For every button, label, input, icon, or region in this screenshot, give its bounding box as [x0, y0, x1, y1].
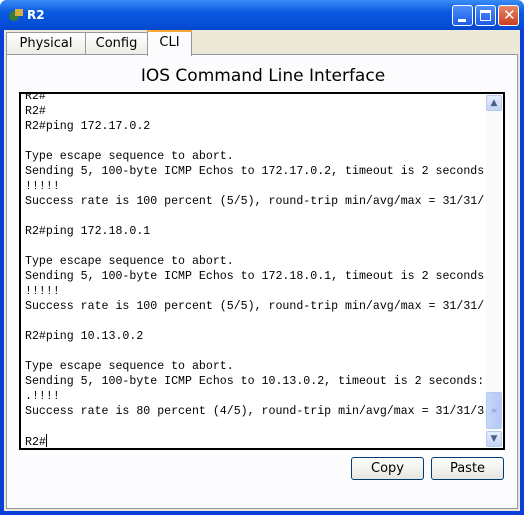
copy-button[interactable]: Copy — [351, 457, 424, 480]
text-cursor — [45, 434, 47, 447]
device-window: R2 ✕ Physical Config CLI IOS Command Lin… — [0, 0, 524, 515]
terminal-line: Sending 5, 100-byte ICMP Echos to 10.13.… — [25, 375, 485, 388]
title-bar[interactable]: R2 ✕ — [0, 0, 524, 30]
terminal-prompt: R2# — [25, 436, 46, 449]
terminal-prompt-line[interactable]: R2# — [25, 434, 484, 449]
maximize-button[interactable] — [475, 5, 496, 26]
terminal-line: R2# — [25, 92, 46, 103]
router-icon — [9, 9, 23, 21]
terminal-line: Success rate is 80 percent (4/5), round-… — [25, 405, 485, 418]
terminal-line: Sending 5, 100-byte ICMP Echos to 172.17… — [25, 165, 485, 178]
close-icon: ✕ — [503, 6, 516, 24]
terminal-line: R2#ping 172.18.0.1 — [25, 225, 151, 238]
tab-physical[interactable]: Physical — [6, 32, 86, 55]
close-button[interactable]: ✕ — [498, 5, 519, 26]
cli-panel: IOS Command Line Interface R2# R2# R2#ping… — [6, 54, 518, 509]
scroll-up-button[interactable]: ▲ — [486, 95, 502, 111]
terminal-line: .!!!! — [25, 390, 60, 403]
chevron-up-icon: ▲ — [490, 98, 498, 108]
terminal-line: Success rate is 100 percent (5/5), round… — [25, 300, 485, 313]
paste-button[interactable]: Paste — [431, 457, 504, 480]
terminal-output[interactable]: R2# R2# R2#ping 172.17.0.2 Type escape seq… — [25, 92, 485, 449]
scroll-down-button[interactable]: ▼ — [486, 431, 502, 447]
terminal-line: Type escape sequence to abort. — [25, 255, 234, 268]
terminal-line: R2# — [25, 105, 46, 118]
terminal-line: Type escape sequence to abort. — [25, 150, 234, 163]
cli-terminal[interactable]: R2# R2# R2#ping 172.17.0.2 Type escape seq… — [19, 92, 505, 450]
terminal-line: Success rate is 100 percent (5/5), round… — [25, 195, 485, 208]
chevron-down-icon: ▼ — [490, 434, 498, 444]
scrollbar[interactable]: ▲ ≡ ▼ — [486, 95, 502, 447]
terminal-line: !!!!! — [25, 180, 60, 193]
terminal-line: R2#ping 172.17.0.2 — [25, 120, 151, 133]
window-client: Physical Config CLI IOS Command Line Int… — [4, 30, 520, 511]
cli-heading: IOS Command Line Interface — [140, 66, 386, 86]
tab-config[interactable]: Config — [85, 32, 148, 55]
terminal-line: !!!!! — [25, 285, 60, 298]
minimize-button[interactable] — [452, 5, 473, 26]
terminal-line: Sending 5, 100-byte ICMP Echos to 172.18… — [25, 270, 485, 283]
terminal-line: Type escape sequence to abort. — [25, 360, 234, 373]
window-title: R2 — [27, 8, 45, 22]
tab-cli[interactable]: CLI — [147, 30, 192, 56]
terminal-line: R2#ping 10.13.0.2 — [25, 330, 144, 343]
scroll-thumb[interactable]: ≡ — [486, 392, 502, 429]
